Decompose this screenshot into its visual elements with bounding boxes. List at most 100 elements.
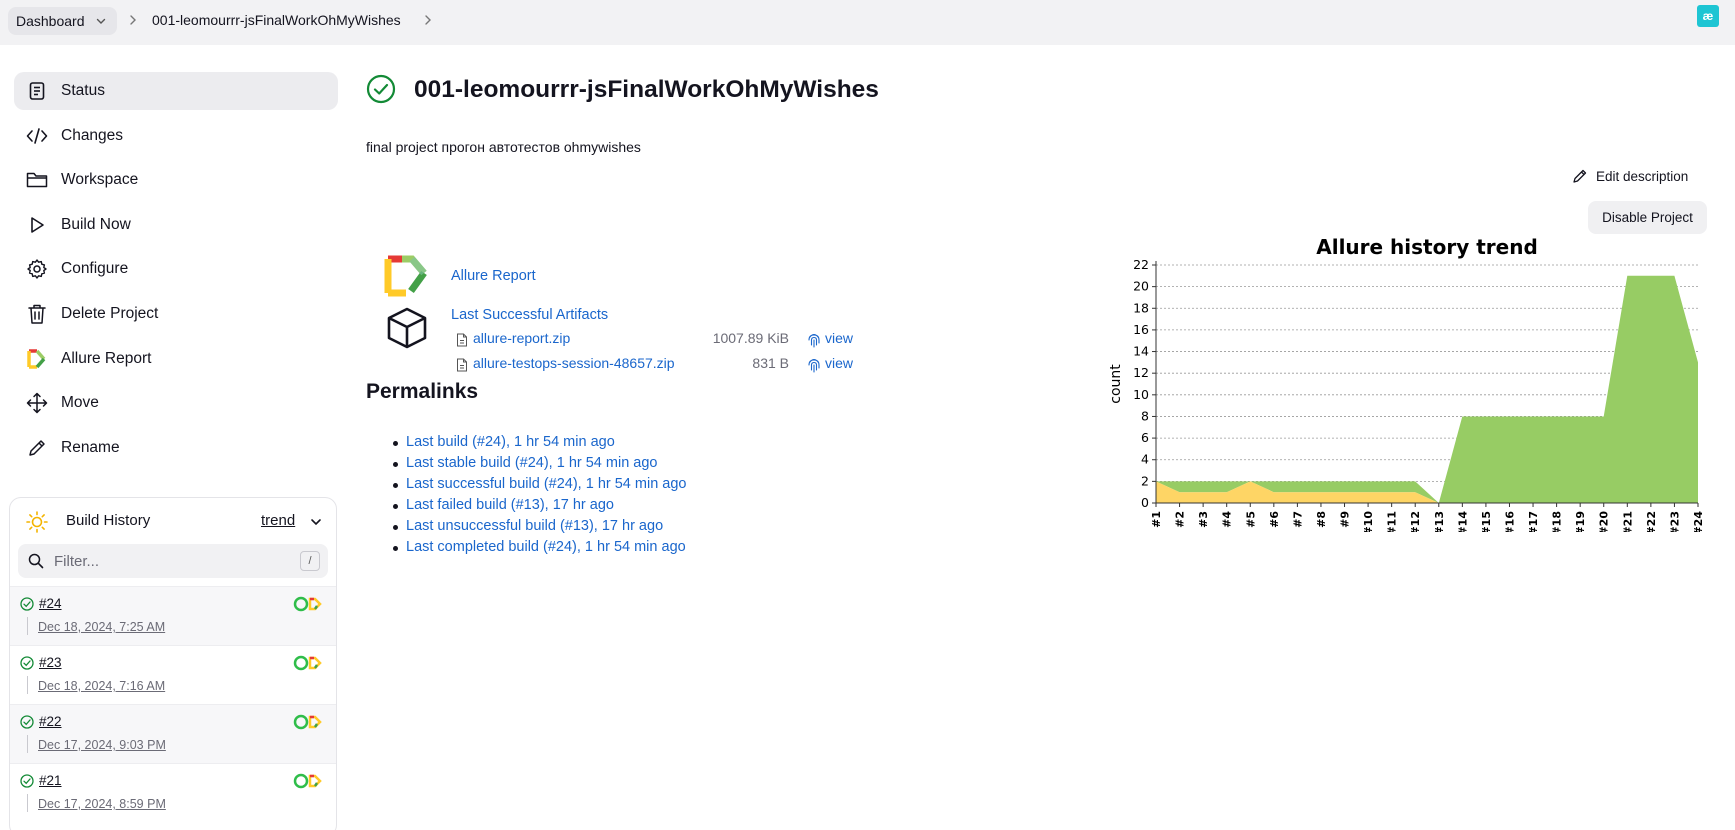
- artifact-view-link[interactable]: view: [825, 355, 853, 371]
- x-tick-label: #1: [1150, 511, 1163, 528]
- chart-title: Allure history trend: [1316, 235, 1538, 259]
- artifact-file-link[interactable]: allure-report.zip: [473, 330, 570, 346]
- x-tick-label: #13: [1433, 511, 1446, 532]
- build-number-link[interactable]: #22: [39, 714, 62, 729]
- build-filter[interactable]: /: [18, 544, 328, 578]
- permalink-item[interactable]: Last successful build (#24), 1 hr 54 min…: [392, 476, 686, 497]
- x-tick-label: #12: [1409, 511, 1422, 532]
- sidebar-item-build-now[interactable]: Build Now: [14, 206, 338, 244]
- code-icon: [26, 125, 48, 147]
- build-divider: [27, 676, 28, 694]
- allure-badge-icon[interactable]: [293, 714, 325, 730]
- edit-description-label: Edit description: [1596, 168, 1689, 184]
- x-tick-label: #3: [1197, 511, 1210, 528]
- x-tick-label: #4: [1221, 511, 1234, 528]
- x-tick-label: #6: [1268, 511, 1281, 528]
- allure-history-trend-chart[interactable]: Allure history trend 0 2 4 6 8 10 12 14 16 18 20 22 #…: [1106, 232, 1706, 532]
- document-icon: [26, 80, 48, 102]
- permalink-item[interactable]: Last unsuccessful build (#13), 17 hr ago: [392, 518, 686, 539]
- breadcrumb-job[interactable]: 001-leomourrr-jsFinalWorkOhMyWishes: [152, 12, 401, 28]
- artifact-file-link[interactable]: allure-testops-session-48657.zip: [473, 355, 675, 371]
- chevron-down-icon[interactable]: [95, 15, 107, 27]
- success-check-icon: [20, 656, 34, 670]
- permalink-item[interactable]: Last completed build (#24), 1 hr 54 min …: [392, 539, 686, 560]
- x-tick-label: #24: [1692, 511, 1705, 532]
- build-date-link[interactable]: Dec 17, 2024, 9:03 PM: [38, 738, 166, 752]
- sidebar-item-label: Status: [61, 82, 105, 99]
- build-date-link[interactable]: Dec 18, 2024, 7:16 AM: [38, 679, 165, 693]
- y-tick-label: 8: [1141, 408, 1149, 423]
- allure-badge-icon[interactable]: [293, 596, 325, 612]
- build-row[interactable]: #24 Dec 18, 2024, 7:25 AM: [10, 586, 336, 645]
- sidebar-item-rename[interactable]: Rename: [14, 429, 338, 467]
- x-tick-label: #5: [1244, 511, 1257, 528]
- keyboard-shortcut-hint: /: [300, 551, 320, 571]
- build-row[interactable]: #21 Dec 17, 2024, 8:59 PM: [10, 763, 336, 822]
- page-title: 001-leomourrr-jsFinalWorkOhMyWishes: [414, 76, 879, 103]
- sidebar-item-workspace[interactable]: Workspace: [14, 161, 338, 199]
- sidebar-item-configure[interactable]: Configure: [14, 250, 338, 288]
- success-check-icon: [20, 715, 34, 729]
- last-successful-artifacts-link[interactable]: Last Successful Artifacts: [451, 307, 608, 323]
- y-tick-label: 14: [1133, 344, 1149, 359]
- allure-report-link[interactable]: Allure Report: [451, 268, 536, 284]
- build-date-link[interactable]: Dec 18, 2024, 7:25 AM: [38, 620, 165, 634]
- x-tick-label: #9: [1339, 511, 1352, 528]
- success-check-icon: [20, 597, 34, 611]
- allure-badge-icon[interactable]: [293, 773, 325, 789]
- trend-link[interactable]: trend: [261, 512, 295, 529]
- play-icon: [26, 214, 48, 236]
- sidebar-item-delete-project[interactable]: Delete Project: [14, 295, 338, 333]
- build-row[interactable]: #23 Dec 18, 2024, 7:16 AM: [10, 645, 336, 704]
- permalink-item[interactable]: Last build (#24), 1 hr 54 min ago: [392, 434, 686, 455]
- sun-icon: [26, 511, 48, 533]
- build-divider: [27, 794, 28, 812]
- pencil-icon: [26, 437, 48, 459]
- sidebar-item-status[interactable]: Status: [14, 72, 338, 110]
- sidebar-item-label: Changes: [61, 126, 124, 144]
- y-axis-label: count: [1108, 364, 1124, 404]
- sidebar-item-move[interactable]: Move: [14, 384, 338, 422]
- build-number-link[interactable]: #24: [39, 596, 62, 611]
- edit-description-button[interactable]: Edit description: [1572, 165, 1688, 187]
- build-row[interactable]: #22 Dec 17, 2024, 9:03 PM: [10, 704, 336, 763]
- sidebar-item-label: Configure: [61, 260, 129, 278]
- file-icon: [457, 358, 467, 372]
- allure-logo-icon[interactable]: [384, 255, 430, 297]
- build-history-header: Build History trend: [10, 498, 336, 542]
- gear-icon: [26, 258, 48, 280]
- disable-project-button[interactable]: Disable Project: [1588, 201, 1707, 234]
- file-icon: [457, 333, 467, 347]
- series-area-passed: [1156, 275, 1698, 503]
- chevron-right-icon[interactable]: [421, 13, 435, 27]
- build-divider: [27, 735, 28, 753]
- build-date-link[interactable]: Dec 17, 2024, 8:59 PM: [38, 797, 166, 811]
- y-tick-label: 18: [1133, 300, 1149, 315]
- brand-logo-icon[interactable]: æ: [1697, 5, 1719, 27]
- build-number-link[interactable]: #23: [39, 655, 62, 670]
- breadcrumb-dashboard[interactable]: Dashboard: [8, 7, 117, 35]
- artifact-size: 1007.89 KiB: [712, 330, 789, 346]
- search-icon: [28, 553, 44, 569]
- sidebar-item-label: Rename: [61, 438, 120, 456]
- filter-input[interactable]: [54, 544, 274, 578]
- permalink-item[interactable]: Last failed build (#13), 17 hr ago: [392, 497, 686, 518]
- x-tick-label: #2: [1174, 511, 1187, 528]
- breadcrumb-dashboard-label: Dashboard: [16, 13, 85, 29]
- x-tick-label: #21: [1621, 511, 1634, 532]
- build-number-link[interactable]: #21: [39, 773, 62, 788]
- chevron-right-icon: [130, 15, 136, 25]
- x-tick-label: #18: [1551, 511, 1564, 532]
- permalinks-list: Last build (#24), 1 hr 54 min ago Last s…: [392, 434, 686, 560]
- y-tick-label: 12: [1133, 365, 1149, 380]
- job-description: final project прогон автотестов ohmywish…: [366, 139, 641, 155]
- x-tick-label: #22: [1645, 511, 1658, 532]
- artifact-view-link[interactable]: view: [825, 330, 853, 346]
- allure-badge-icon[interactable]: [293, 655, 325, 671]
- sidebar-item-changes[interactable]: Changes: [14, 117, 338, 155]
- permalink-item[interactable]: Last stable build (#24), 1 hr 54 min ago: [392, 455, 686, 476]
- y-tick-label: 16: [1133, 322, 1149, 337]
- move-icon: [26, 392, 48, 414]
- chevron-down-icon[interactable]: [310, 516, 322, 528]
- x-tick-label: #19: [1574, 511, 1587, 532]
